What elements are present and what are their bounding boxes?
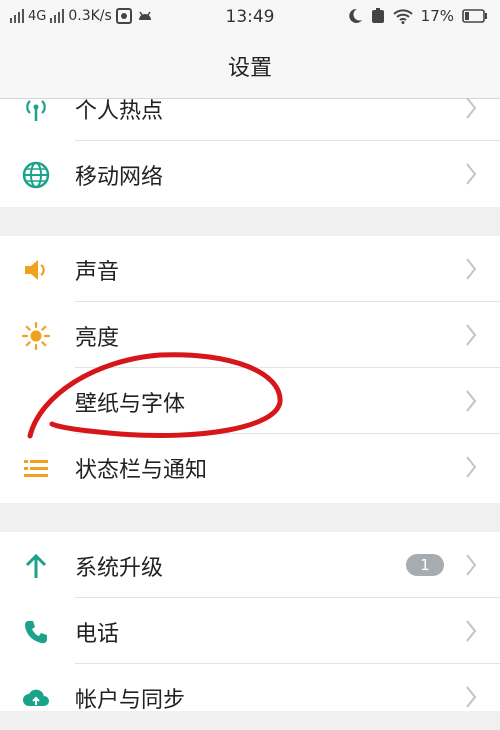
wallpaper-icon xyxy=(22,388,50,416)
upgrade-arrow-icon xyxy=(25,553,47,578)
settings-item-phone[interactable]: 电话 xyxy=(0,598,500,664)
chevron-right-icon xyxy=(466,258,477,280)
moon-icon xyxy=(348,8,362,23)
settings-item-label: 状态栏与通知 xyxy=(75,458,208,483)
chevron-right-icon xyxy=(466,456,477,478)
settings-item-label: 亮度 xyxy=(75,326,120,351)
settings-item-label: 个人热点 xyxy=(75,99,164,124)
update-count-badge: 1 xyxy=(406,554,444,576)
settings-item-label: 壁纸与字体 xyxy=(75,392,186,417)
chevron-right-icon xyxy=(466,163,477,185)
sun-icon xyxy=(22,322,50,350)
settings-item-label: 系统升级 xyxy=(75,556,164,581)
chevron-right-icon xyxy=(466,620,477,642)
battery-saver-icon xyxy=(371,8,384,23)
settings-group-display: 声音 亮度 壁纸与字体 状态栏与通知 xyxy=(0,236,500,503)
settings-group-system: 系统升级 1 电话 帐户与同步 xyxy=(0,532,500,713)
settings-item-statusbar-notifications[interactable]: 状态栏与通知 xyxy=(0,434,500,500)
chevron-right-icon xyxy=(466,324,477,346)
status-bar: 4G 0.3K/s 13:49 17% xyxy=(0,0,500,34)
notification-icon xyxy=(24,460,48,477)
settings-item-label: 帐户与同步 xyxy=(75,688,186,713)
settings-item-label: 声音 xyxy=(75,260,120,285)
settings-item-system-upgrade[interactable]: 系统升级 1 xyxy=(0,532,500,598)
phone-icon xyxy=(25,621,47,644)
settings-item-hotspot[interactable]: 个人热点 xyxy=(0,75,500,141)
chevron-right-icon xyxy=(466,686,477,708)
settings-item-wallpaper-font[interactable]: 壁纸与字体 xyxy=(0,368,500,434)
chevron-right-icon xyxy=(466,97,477,119)
settings-item-label: 移动网络 xyxy=(75,165,164,190)
settings-group-network: 个人热点 移动网络 xyxy=(0,97,500,207)
settings-item-mobile-network[interactable]: 移动网络 xyxy=(0,141,500,207)
battery-icon xyxy=(462,9,487,23)
settings-item-label: 电话 xyxy=(75,622,120,647)
cloud-sync-icon xyxy=(23,689,49,706)
chevron-right-icon xyxy=(466,554,477,576)
globe-icon xyxy=(22,161,50,189)
settings-item-brightness[interactable]: 亮度 xyxy=(0,302,500,368)
wifi-icon xyxy=(392,9,413,24)
speaker-icon xyxy=(25,260,45,280)
settings-item-sound[interactable]: 声音 xyxy=(0,236,500,302)
chevron-right-icon xyxy=(466,390,477,412)
hotspot-icon xyxy=(26,100,46,121)
settings-item-accounts-sync[interactable]: 帐户与同步 xyxy=(0,664,500,730)
battery-percent: 17% xyxy=(420,7,454,25)
